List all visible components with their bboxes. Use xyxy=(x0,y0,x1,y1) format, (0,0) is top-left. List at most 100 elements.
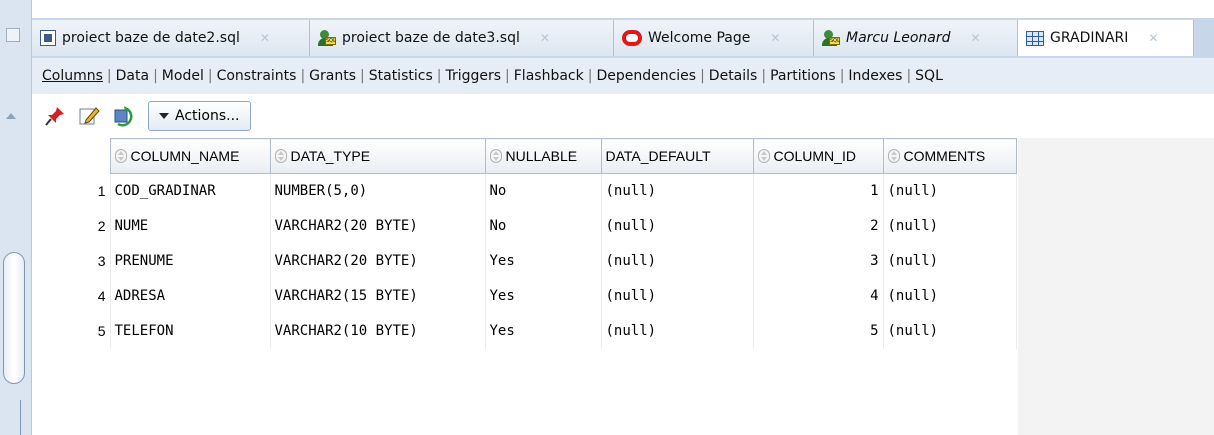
row-number: 2 xyxy=(36,208,111,244)
sort-icon xyxy=(114,149,127,163)
sort-icon xyxy=(887,149,900,163)
subtab-dependencies[interactable]: Dependencies xyxy=(592,68,700,84)
tab-proiect-baze-de-date2[interactable]: proiect baze de date2.sql ✕ xyxy=(32,20,310,56)
cell-data-default[interactable]: (null) xyxy=(601,278,754,314)
close-icon[interactable]: ✕ xyxy=(971,31,981,45)
toolbar: Actions... xyxy=(32,94,1214,138)
table-row[interactable]: 2 NUME VARCHAR2(20 BYTE) No (null) 2 (nu… xyxy=(36,208,1017,244)
cell-data-type[interactable]: VARCHAR2(20 BYTE) xyxy=(270,243,486,279)
cell-column-id[interactable]: 3 xyxy=(753,243,884,279)
divider xyxy=(20,400,21,435)
cell-comments[interactable]: (null) xyxy=(883,208,1017,244)
row-number: 4 xyxy=(36,278,111,314)
column-header-label: DATA_DEFAULT xyxy=(605,148,711,164)
edit-icon[interactable] xyxy=(76,103,102,129)
cell-data-type[interactable]: VARCHAR2(20 BYTE) xyxy=(270,208,486,244)
column-header-label: COLUMN_NAME xyxy=(130,148,240,164)
cell-nullable[interactable]: Yes xyxy=(485,278,602,314)
column-header-column-name[interactable]: COLUMN_NAME xyxy=(109,138,271,174)
tab-proiect-baze-de-date3[interactable]: SQL proiect baze de date3.sql ✕ xyxy=(310,20,614,56)
cell-data-default[interactable]: (null) xyxy=(601,208,754,244)
cell-nullable[interactable]: No xyxy=(485,208,602,244)
table-row[interactable]: 5 TELEFON VARCHAR2(10 BYTE) Yes (null) 5… xyxy=(36,313,1017,349)
actions-label: Actions... xyxy=(175,108,240,124)
row-number-header xyxy=(36,138,110,174)
cell-column-id[interactable]: 1 xyxy=(753,173,884,209)
tab-welcome-page[interactable]: Welcome Page ✕ xyxy=(614,20,814,56)
cell-column-id[interactable]: 5 xyxy=(753,313,884,349)
cell-column-name[interactable]: TELEFON xyxy=(110,313,271,349)
actions-button[interactable]: Actions... xyxy=(148,101,251,131)
column-header-comments[interactable]: COMMENTS xyxy=(882,138,1017,174)
object-subtabs: Columns | Data | Model | Constraints | Grant… xyxy=(32,58,1214,94)
sort-icon xyxy=(274,149,287,163)
columns-grid: COLUMN_NAME DATA_TYPE NULLABLE DATA_DEFA… xyxy=(36,138,1214,435)
cell-nullable[interactable]: No xyxy=(485,173,602,209)
cell-data-default[interactable]: (null) xyxy=(601,313,754,349)
column-header-label: COLUMN_ID xyxy=(773,148,856,164)
tab-label: proiect baze de date2.sql xyxy=(62,30,240,46)
subtab-sql[interactable]: SQL xyxy=(911,68,947,84)
column-header-label: COMMENTS xyxy=(903,148,986,164)
cell-column-name[interactable]: ADRESA xyxy=(110,278,271,314)
subtab-flashback[interactable]: Flashback xyxy=(510,68,588,84)
cell-comments[interactable]: (null) xyxy=(883,313,1017,349)
cell-nullable[interactable]: Yes xyxy=(485,313,602,349)
cell-column-id[interactable]: 2 xyxy=(753,208,884,244)
column-header-label: DATA_TYPE xyxy=(290,148,371,164)
row-number: 5 xyxy=(36,313,111,349)
pin-icon[interactable] xyxy=(42,103,68,129)
subtab-details[interactable]: Details xyxy=(705,68,762,84)
close-icon[interactable]: ✕ xyxy=(770,31,780,45)
cell-data-type[interactable]: VARCHAR2(15 BYTE) xyxy=(270,278,486,314)
subtab-indexes[interactable]: Indexes xyxy=(844,68,906,84)
subtab-constraints[interactable]: Constraints xyxy=(213,68,301,84)
table-row[interactable]: 1 COD_GRADINAR NUMBER(5,0) No (null) 1 (… xyxy=(36,173,1017,209)
cell-comments[interactable]: (null) xyxy=(883,278,1017,314)
sql-connection-icon: SQL xyxy=(822,30,840,46)
subtab-model[interactable]: Model xyxy=(158,68,208,84)
oracle-icon xyxy=(622,30,642,46)
refresh-icon[interactable] xyxy=(110,103,136,129)
subtab-grants[interactable]: Grants xyxy=(305,68,360,84)
cell-column-name[interactable]: PRENUME xyxy=(110,243,271,279)
subtab-columns[interactable]: Columns xyxy=(38,68,107,84)
table-header-row: COLUMN_NAME DATA_TYPE NULLABLE DATA_DEFA… xyxy=(36,138,1017,174)
close-icon[interactable]: ✕ xyxy=(1148,31,1158,45)
scrollbar-thumb[interactable] xyxy=(3,252,25,384)
cell-column-name[interactable]: NUME xyxy=(110,208,271,244)
cell-nullable[interactable]: Yes xyxy=(485,243,602,279)
column-header-data-type[interactable]: DATA_TYPE xyxy=(269,138,486,174)
collapse-handle[interactable] xyxy=(6,28,20,42)
close-icon[interactable]: ✕ xyxy=(260,31,270,45)
cell-column-name[interactable]: COD_GRADINAR xyxy=(110,173,271,209)
table-icon xyxy=(1026,30,1044,46)
subtab-partitions[interactable]: Partitions xyxy=(766,68,840,84)
subtab-statistics[interactable]: Statistics xyxy=(365,68,437,84)
left-gutter xyxy=(0,0,32,435)
table-row[interactable]: 3 PRENUME VARCHAR2(20 BYTE) Yes (null) 3… xyxy=(36,243,1017,279)
cell-data-type[interactable]: VARCHAR2(10 BYTE) xyxy=(270,313,486,349)
tab-marcu-leonard[interactable]: SQL Marcu Leonard ✕ xyxy=(814,20,1018,56)
column-header-label: NULLABLE xyxy=(505,148,578,164)
tab-label: Welcome Page xyxy=(648,30,751,46)
cell-data-default[interactable]: (null) xyxy=(601,243,754,279)
subtab-data[interactable]: Data xyxy=(112,68,153,84)
grid-empty-area xyxy=(1018,138,1214,435)
column-header-data-default[interactable]: DATA_DEFAULT xyxy=(600,138,754,174)
close-icon[interactable]: ✕ xyxy=(540,31,550,45)
column-header-column-id[interactable]: COLUMN_ID xyxy=(752,138,884,174)
column-header-nullable[interactable]: NULLABLE xyxy=(484,138,602,174)
tab-gradinari[interactable]: GRADINARI ✕ xyxy=(1018,20,1194,56)
cell-data-default[interactable]: (null) xyxy=(601,173,754,209)
cell-data-type[interactable]: NUMBER(5,0) xyxy=(270,173,486,209)
row-number: 1 xyxy=(36,173,111,209)
tab-label: GRADINARI xyxy=(1050,30,1129,46)
cell-column-id[interactable]: 4 xyxy=(753,278,884,314)
subtab-triggers[interactable]: Triggers xyxy=(441,68,505,84)
scroll-up-icon[interactable] xyxy=(6,113,16,119)
cell-comments[interactable]: (null) xyxy=(883,173,1017,209)
cell-comments[interactable]: (null) xyxy=(883,243,1017,279)
sql-file-icon xyxy=(40,30,56,46)
table-row[interactable]: 4 ADRESA VARCHAR2(15 BYTE) Yes (null) 4 … xyxy=(36,278,1017,314)
